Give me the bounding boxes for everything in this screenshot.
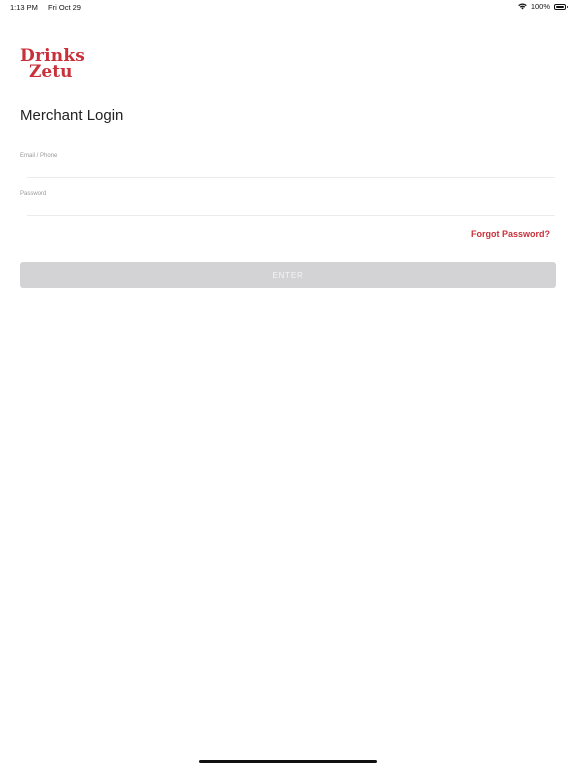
battery-percent: 100% [530, 2, 550, 11]
battery-icon [554, 3, 568, 10]
email-label: Email / Phone [20, 153, 58, 159]
login-screen: 1:13 PM Fri Oct 29 100% Drinks Zetu Merc… [0, 0, 576, 768]
password-field[interactable] [27, 199, 555, 216]
status-time: 1:13 PM [10, 3, 38, 12]
email-field-group: Email / Phone [20, 153, 555, 178]
status-left: 1:13 PM Fri Oct 29 [10, 3, 81, 12]
page-title: Merchant Login [20, 107, 124, 124]
status-right: 100% [518, 2, 568, 11]
wifi-icon [518, 3, 527, 10]
forgot-password-link[interactable]: Forgot Password? [471, 229, 550, 239]
status-bar: 1:13 PM Fri Oct 29 100% [0, 0, 576, 14]
password-label: Password [20, 191, 47, 197]
email-field[interactable] [27, 161, 555, 178]
password-field-group: Password [20, 191, 555, 216]
status-date: Fri Oct 29 [48, 3, 81, 12]
logo-text-line2: Zetu [29, 62, 73, 82]
brand-logo: Drinks Zetu [20, 48, 90, 82]
home-indicator [199, 760, 377, 763]
enter-button[interactable]: ENTER [20, 262, 556, 288]
battery-fill [556, 5, 564, 8]
